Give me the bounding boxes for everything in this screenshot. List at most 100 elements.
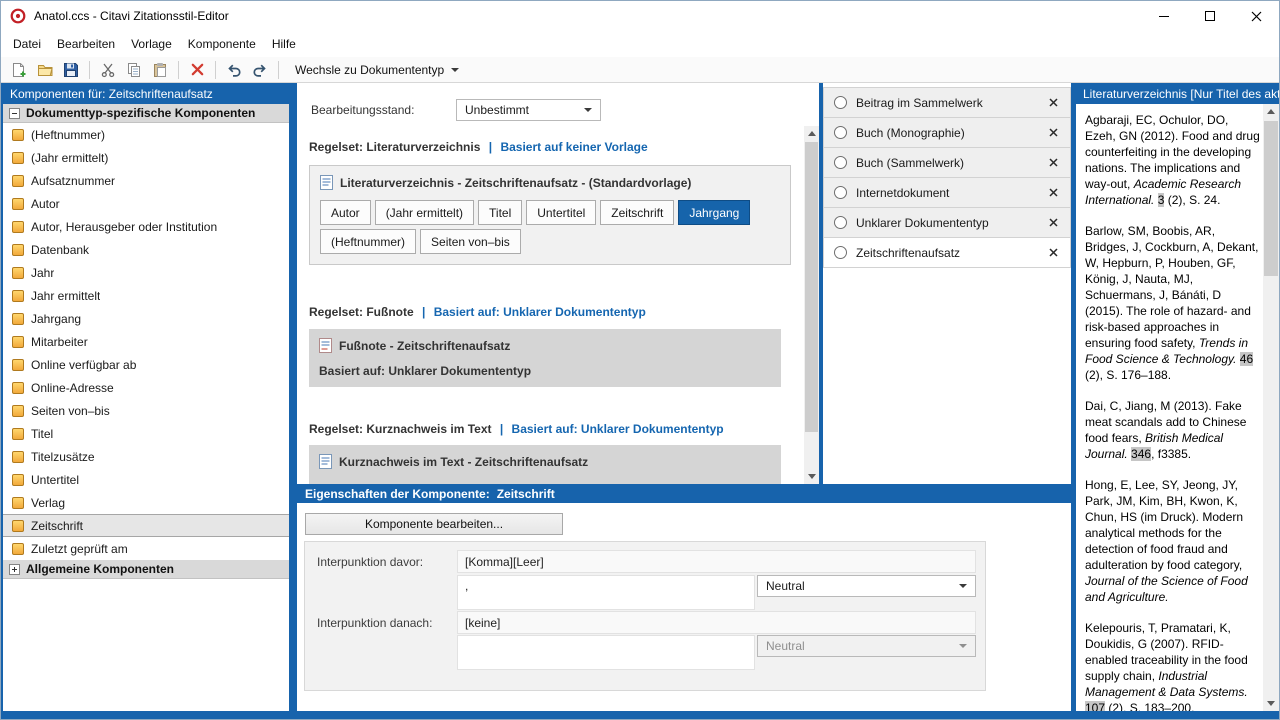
redo-button[interactable] — [248, 59, 272, 81]
open-button[interactable] — [33, 59, 57, 81]
component-item[interactable]: Jahr — [3, 261, 289, 284]
remove-doctype-icon[interactable] — [1049, 218, 1058, 227]
section-general[interactable]: Allgemeine Komponenten — [3, 560, 289, 579]
punct-before-value-field[interactable]: [Komma][Leer] — [457, 550, 976, 573]
save-button[interactable] — [59, 59, 83, 81]
component-item[interactable]: (Jahr ermittelt) — [3, 146, 289, 169]
bearbeitungsstand-select[interactable]: Unbestimmt — [456, 99, 601, 121]
doctype-row[interactable]: Beitrag im Sammelwerk — [823, 88, 1071, 118]
paste-button[interactable] — [148, 59, 172, 81]
section-doc-specific[interactable]: Dokumenttyp-spezifische Komponenten — [3, 104, 289, 123]
punct-after-input[interactable] — [457, 635, 755, 670]
doctype-row[interactable]: Zeitschriftenaufsatz — [823, 238, 1071, 268]
component-properties-panel: Eigenschaften der Komponente: Zeitschrif… — [297, 484, 1071, 711]
ruleset-base-link[interactable]: Basiert auf: Unklarer Dokumententyp — [512, 422, 724, 436]
punct-before-input[interactable]: , — [457, 575, 755, 610]
scroll-down-button[interactable] — [804, 469, 819, 484]
expand-icon[interactable] — [9, 564, 20, 575]
doctype-row[interactable]: Buch (Sammelwerk) — [823, 148, 1071, 178]
scroll-thumb[interactable] — [1264, 121, 1278, 276]
ruleset-base-link[interactable]: Basiert auf: Unklarer Dokumententyp — [434, 305, 646, 319]
new-document-button[interactable] — [7, 59, 31, 81]
editor-scrollbar[interactable] — [804, 126, 819, 484]
menu-item[interactable]: Hilfe — [264, 31, 304, 57]
radio-icon[interactable] — [834, 216, 847, 229]
bearbeitungsstand-row: Bearbeitungsstand: Unbestimmt — [311, 99, 601, 121]
punct-before-label: Interpunktion davor: — [317, 555, 423, 569]
radio-icon[interactable] — [834, 246, 847, 259]
menu-item[interactable]: Datei — [5, 31, 49, 57]
component-label: Zuletzt geprüft am — [31, 542, 128, 556]
component-item[interactable]: Autor, Herausgeber oder Institution — [3, 215, 289, 238]
close-button[interactable] — [1233, 1, 1279, 31]
punct-after-value-field[interactable]: [keine] — [457, 611, 976, 634]
remove-doctype-icon[interactable] — [1049, 188, 1058, 197]
component-item[interactable]: Seiten von–bis — [3, 399, 289, 422]
doctype-row[interactable]: Buch (Monographie) — [823, 118, 1071, 148]
template-component-button[interactable]: Jahrgang — [678, 200, 750, 225]
radio-icon[interactable] — [834, 186, 847, 199]
punct-before-style-select[interactable]: Neutral — [757, 575, 976, 597]
component-icon — [12, 405, 24, 417]
template-component-button[interactable]: (Jahr ermittelt) — [375, 200, 474, 225]
scroll-up-button[interactable] — [1263, 104, 1279, 119]
chevron-down-icon — [959, 644, 967, 648]
component-icon — [12, 152, 24, 164]
preview-scrollbar[interactable] — [1263, 104, 1279, 711]
component-item[interactable]: Jahr ermittelt — [3, 284, 289, 307]
component-item[interactable]: Online-Adresse — [3, 376, 289, 399]
component-item[interactable]: Untertitel — [3, 468, 289, 491]
component-item[interactable]: Verlag — [3, 491, 289, 514]
template-component-button[interactable]: Titel — [478, 200, 522, 225]
component-item[interactable]: Mitarbeiter — [3, 330, 289, 353]
scroll-down-button[interactable] — [1263, 696, 1279, 711]
menu-item[interactable]: Komponente — [180, 31, 264, 57]
component-item[interactable]: Aufsatznummer — [3, 169, 289, 192]
scroll-thumb[interactable] — [805, 142, 818, 432]
scroll-up-button[interactable] — [804, 126, 819, 141]
template-component-button[interactable]: Untertitel — [526, 200, 596, 225]
template-component-button[interactable]: Seiten von–bis — [420, 229, 521, 254]
maximize-button[interactable] — [1187, 1, 1233, 31]
component-icon — [12, 175, 24, 187]
intext-template-box[interactable]: Kurznachweis im Text - Zeitschriftenaufs… — [309, 445, 781, 484]
remove-doctype-icon[interactable] — [1049, 158, 1058, 167]
footnote-box-subtitle: Basiert auf: Unklarer Dokumententyp — [319, 364, 771, 378]
remove-doctype-icon[interactable] — [1049, 128, 1058, 137]
component-item[interactable]: (Heftnummer) — [3, 123, 289, 146]
footnote-box-title: Fußnote - Zeitschriftenaufsatz — [339, 339, 510, 353]
minimize-button[interactable] — [1141, 1, 1187, 31]
radio-icon[interactable] — [834, 156, 847, 169]
template-component-button[interactable]: (Heftnummer) — [320, 229, 416, 254]
doctype-row[interactable]: Unklarer Dokumententyp — [823, 208, 1071, 238]
cut-button[interactable] — [96, 59, 120, 81]
doctype-label: Internetdokument — [856, 186, 1049, 200]
component-item[interactable]: Zuletzt geprüft am — [3, 537, 289, 560]
component-label: (Jahr ermittelt) — [31, 151, 108, 165]
edit-component-button[interactable]: Komponente bearbeiten... — [305, 513, 563, 535]
remove-doctype-icon[interactable] — [1049, 98, 1058, 107]
component-item[interactable]: Jahrgang — [3, 307, 289, 330]
component-item[interactable]: Titel — [3, 422, 289, 445]
ruleset-base-link[interactable]: Basiert auf keiner Vorlage — [500, 140, 647, 154]
component-item[interactable]: Datenbank — [3, 238, 289, 261]
remove-doctype-icon[interactable] — [1049, 248, 1058, 257]
component-item[interactable]: Titelzusätze — [3, 445, 289, 468]
copy-button[interactable] — [122, 59, 146, 81]
collapse-icon[interactable] — [9, 108, 20, 119]
doctype-row[interactable]: Internetdokument — [823, 178, 1071, 208]
delete-button[interactable] — [185, 59, 209, 81]
template-component-button[interactable]: Autor — [320, 200, 371, 225]
component-item[interactable]: Zeitschrift — [3, 514, 289, 537]
punct-after-style-select[interactable]: Neutral — [757, 635, 976, 657]
radio-icon[interactable] — [834, 96, 847, 109]
menu-item[interactable]: Bearbeiten — [49, 31, 123, 57]
template-component-button[interactable]: Zeitschrift — [600, 200, 674, 225]
switch-doctype-button[interactable]: Wechsle zu Dokumententyp — [285, 59, 469, 81]
component-item[interactable]: Autor — [3, 192, 289, 215]
component-item[interactable]: Online verfügbar ab — [3, 353, 289, 376]
menu-item[interactable]: Vorlage — [123, 31, 180, 57]
footnote-template-box[interactable]: Fußnote - Zeitschriftenaufsatz Basiert a… — [309, 329, 781, 387]
radio-icon[interactable] — [834, 126, 847, 139]
undo-button[interactable] — [222, 59, 246, 81]
